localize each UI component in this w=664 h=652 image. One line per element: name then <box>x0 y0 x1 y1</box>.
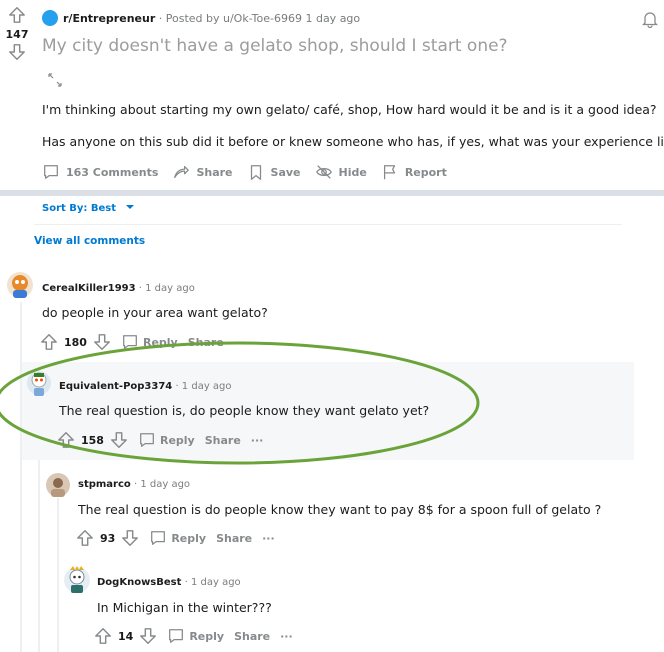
downvote-icon[interactable] <box>8 43 26 61</box>
bell-icon[interactable] <box>642 10 658 28</box>
report-label: Report <box>404 165 447 179</box>
chevron-down-icon <box>125 205 134 209</box>
post-body-line-1: I'm thinking about starting my own gelat… <box>42 102 657 117</box>
expand-icon[interactable] <box>47 72 63 88</box>
comments-label: 163 Comments <box>66 165 159 179</box>
subreddit-link[interactable]: r/Entrepreneur <box>63 12 155 25</box>
post-card: 147 r/Entrepreneur · Posted by u/Ok-Toe-… <box>0 0 664 190</box>
comment-actions: 93 Reply Share ··· <box>76 529 275 547</box>
sort-divider <box>34 224 622 225</box>
comment-text: In Michigan in the winter??? <box>97 600 272 615</box>
sort-label: Sort By: Best <box>42 203 117 214</box>
view-all-comments-link[interactable]: View all comments <box>34 235 145 247</box>
post-actions: 163 Comments Share Save Hide Report <box>42 163 447 181</box>
comment-icon <box>123 335 137 349</box>
hide-icon <box>315 165 332 179</box>
upvote-icon[interactable] <box>40 333 58 351</box>
comment-meta: DogKnowsBest · 1 day ago <box>97 577 241 588</box>
comment-meta: Equivalent-Pop3374 · 1 day ago <box>59 381 232 392</box>
comment-icon <box>140 433 154 447</box>
save-icon <box>250 165 261 180</box>
comment-meta: CerealKiller1993 · 1 day ago <box>42 283 195 294</box>
save-label: Save <box>270 165 301 179</box>
avatar[interactable] <box>63 564 91 596</box>
comment-time: · 1 day ago <box>184 577 241 588</box>
reply-button[interactable]: Reply <box>171 532 206 545</box>
upvote-icon[interactable] <box>76 529 94 547</box>
downvote-icon[interactable] <box>139 627 157 645</box>
comment-text: The real question is, do people know the… <box>59 403 430 418</box>
avatar[interactable] <box>45 472 71 498</box>
hide-button[interactable]: Hide <box>315 163 367 181</box>
post-vote-column: 147 <box>0 6 34 61</box>
more-options-button[interactable]: ··· <box>234 336 247 349</box>
comment-score: 14 <box>118 629 134 643</box>
comment-author[interactable]: stpmarco <box>78 479 131 490</box>
save-button[interactable]: Save <box>247 163 301 181</box>
comment-score: 158 <box>81 433 104 447</box>
comment-actions: 14 Reply Share ··· <box>94 627 293 645</box>
posted-by: · Posted by u/Ok-Toe-6969 1 day ago <box>158 12 361 25</box>
comment-text: The real question is do people know they… <box>78 502 602 517</box>
comment-score: 93 <box>100 531 116 545</box>
comment-author[interactable]: CerealKiller1993 <box>42 283 136 294</box>
share-button[interactable]: Share <box>216 532 252 545</box>
comment-score: 180 <box>64 335 87 349</box>
comment-icon <box>44 165 58 179</box>
report-icon <box>383 165 395 180</box>
post-meta: r/Entrepreneur · Posted by u/Ok-Toe-6969… <box>42 10 360 26</box>
post-score: 147 <box>5 28 29 41</box>
more-options-button[interactable]: ··· <box>262 532 275 545</box>
comment-time: · 1 day ago <box>138 283 195 294</box>
downvote-icon[interactable] <box>93 333 111 351</box>
subreddit-icon[interactable] <box>42 10 58 26</box>
comment-time: · 1 day ago <box>133 479 191 490</box>
comment-text: do people in your area want gelato? <box>42 305 268 320</box>
comment-author[interactable]: DogKnowsBest <box>97 577 181 588</box>
avatar[interactable] <box>6 270 34 300</box>
comments-button[interactable]: 163 Comments <box>42 163 158 181</box>
share-icon <box>174 165 190 179</box>
comment-actions: 180 Reply Share ··· <box>40 333 246 351</box>
comment-icon <box>151 531 166 545</box>
section-divider <box>0 190 664 196</box>
upvote-icon[interactable] <box>94 627 112 645</box>
comment-actions: 158 Reply Share ··· <box>57 431 263 449</box>
more-options-button[interactable]: ··· <box>251 434 264 447</box>
thread-line <box>57 498 59 652</box>
share-button[interactable]: Share <box>188 336 224 349</box>
share-button[interactable]: Share <box>234 630 270 643</box>
post-body-line-2: Has anyone on this sub did it before or … <box>42 134 664 149</box>
thread-line <box>20 302 22 652</box>
downvote-icon[interactable] <box>110 431 128 449</box>
reply-button[interactable]: Reply <box>189 630 224 643</box>
more-options-button[interactable]: ··· <box>280 630 293 643</box>
avatar[interactable] <box>26 367 52 399</box>
downvote-icon[interactable] <box>121 529 139 547</box>
share-button[interactable]: Share <box>205 434 241 447</box>
reply-button[interactable]: Reply <box>143 336 178 349</box>
upvote-icon[interactable] <box>57 431 75 449</box>
hide-label: Hide <box>338 165 367 179</box>
share-label: Share <box>196 165 233 179</box>
reply-button[interactable]: Reply <box>160 434 195 447</box>
upvote-icon[interactable] <box>8 6 26 24</box>
comment-time: · 1 day ago <box>175 381 232 392</box>
post-title[interactable]: My city doesn't have a gelato shop, shou… <box>42 36 508 56</box>
comment-author[interactable]: Equivalent-Pop3374 <box>59 381 172 392</box>
comment-meta: stpmarco · 1 day ago <box>78 479 190 490</box>
sort-dropdown[interactable]: Sort By: Best <box>42 203 135 214</box>
share-button[interactable]: Share <box>172 163 233 181</box>
comment-icon <box>169 629 184 643</box>
report-button[interactable]: Report <box>381 163 447 181</box>
